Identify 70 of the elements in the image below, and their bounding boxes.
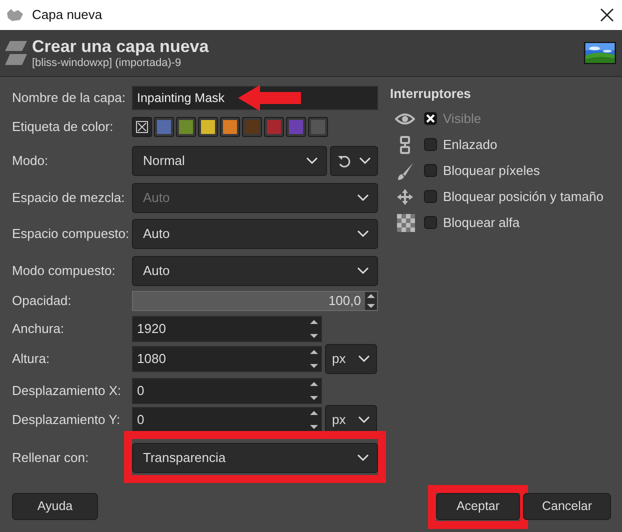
number-field[interactable]: 1920 <box>132 316 322 342</box>
checkbox[interactable] <box>424 190 437 203</box>
checkbox-label: Bloquear posición y tamaño <box>443 188 604 206</box>
chevron-icon <box>357 230 369 238</box>
chevron-icon <box>306 157 318 165</box>
color-tag[interactable] <box>176 117 196 137</box>
spin-arrows[interactable] <box>365 292 377 310</box>
field-label: Modo compuesto: <box>12 262 116 280</box>
field-label: Altura: <box>12 350 51 368</box>
dropdown[interactable]: Auto <box>132 219 378 249</box>
field-label: Espacio compuesto: <box>12 225 130 244</box>
checkbox-label: Bloquear alfa <box>443 214 520 232</box>
chevron-icon <box>357 267 369 275</box>
window-title: Capa nueva <box>32 6 102 24</box>
checkbox[interactable] <box>424 138 437 151</box>
dropdown[interactable]: Transparencia <box>132 443 378 473</box>
checkbox-label: Enlazado <box>443 136 498 154</box>
color-tag[interactable] <box>154 117 174 137</box>
brush-icon <box>395 162 415 180</box>
reset-mode-button[interactable] <box>330 146 378 176</box>
dropdown[interactable]: Auto <box>132 256 378 286</box>
chevron-icon <box>358 355 370 363</box>
section-title: Interruptores <box>390 85 472 103</box>
color-tag[interactable] <box>242 117 262 137</box>
dropdown: Auto <box>132 183 378 213</box>
number-field[interactable]: 0 <box>132 407 322 433</box>
opacity-slider[interactable]: 100,0 <box>132 291 378 311</box>
close-icon[interactable] <box>600 8 614 22</box>
color-tag[interactable] <box>286 117 306 137</box>
reset-icon <box>337 154 351 168</box>
field-label: Nombre de la capa: <box>12 89 126 108</box>
layers-icon <box>4 40 28 66</box>
move-icon <box>395 188 415 206</box>
checkbox-label: Bloquear píxeles <box>443 162 540 180</box>
field-label: Espacio de mezcla: <box>12 189 126 208</box>
field-label: Desplazamiento X: <box>12 382 122 400</box>
no-color-tag[interactable] <box>132 117 152 137</box>
ok-button[interactable]: Aceptar <box>436 493 520 520</box>
mode-dropdown[interactable]: Normal <box>132 146 327 176</box>
number-field[interactable]: 1080 <box>132 346 322 372</box>
number-field[interactable]: 0 <box>132 378 322 404</box>
checkbox[interactable] <box>424 164 437 177</box>
dialog-title: Crear una capa nueva <box>32 36 209 56</box>
field-label: Desplazamiento Y: <box>12 411 122 430</box>
checkerboard-icon <box>395 214 415 232</box>
color-tag[interactable] <box>308 117 328 137</box>
spin-arrows[interactable] <box>309 317 321 341</box>
field-label: Opacidad: <box>12 292 72 310</box>
unit-dropdown[interactable]: px <box>325 344 377 374</box>
chevron-icon <box>357 194 369 202</box>
field-label: Anchura: <box>12 320 66 338</box>
spin-arrows[interactable] <box>309 408 321 432</box>
help-button[interactable]: Ayuda <box>12 493 98 520</box>
slider-value: 100,0 <box>328 292 361 310</box>
cancel-button[interactable]: Cancelar <box>523 493 611 520</box>
app-icon <box>6 8 24 22</box>
checkbox[interactable] <box>424 216 437 229</box>
field-label: Modo: <box>12 152 50 170</box>
field-label: Etiqueta de color: <box>12 118 114 136</box>
chevron-icon <box>359 157 371 165</box>
checkbox-label: Visible <box>443 110 482 128</box>
image-name: [bliss-windowxp] (importada)-9 <box>32 56 182 70</box>
spin-arrows[interactable] <box>309 379 321 403</box>
field-label: Rellenar con: <box>12 449 90 468</box>
spin-arrows[interactable] <box>309 347 321 371</box>
chevron-icon <box>358 416 370 424</box>
color-tag[interactable] <box>220 117 240 137</box>
chevron-icon <box>357 454 369 462</box>
color-tag[interactable] <box>264 117 284 137</box>
color-tag[interactable] <box>198 117 218 137</box>
